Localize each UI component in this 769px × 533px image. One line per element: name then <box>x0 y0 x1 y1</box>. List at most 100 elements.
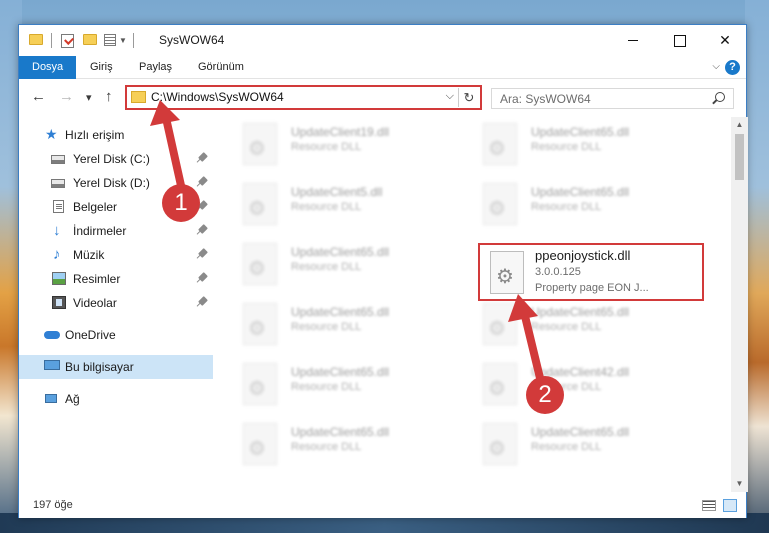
pin-icon[interactable] <box>198 152 208 162</box>
pin-icon[interactable] <box>198 224 208 234</box>
large-icons-view-icon[interactable] <box>723 499 737 512</box>
maximize-button[interactable] <box>656 25 702 56</box>
file-name: UpdateClient65.dll <box>291 425 390 439</box>
status-bar: 197 öğe <box>19 492 746 518</box>
tab-file[interactable]: Dosya <box>19 56 77 79</box>
pin-icon[interactable] <box>198 176 208 186</box>
chevron-down-icon[interactable]: ▼ <box>119 36 127 50</box>
sidebar-item-videos[interactable]: Videolar <box>19 291 213 315</box>
dll-file-icon <box>483 303 517 345</box>
file-explorer-window: ▼ SysWOW64 ✕ Dosya Giriş Paylaş Görünüm … <box>18 24 748 518</box>
dll-file-icon <box>490 251 524 294</box>
new-folder-icon[interactable] <box>83 34 97 45</box>
file-name: UpdateClient65.dll <box>531 125 630 139</box>
sidebar-item-network[interactable]: Ağ <box>19 387 213 411</box>
minimize-button[interactable] <box>610 25 656 56</box>
dll-file-icon <box>483 423 517 465</box>
file-item[interactable]: UpdateClient65.dll Resource DLL <box>233 239 459 291</box>
tab-share[interactable]: Paylaş <box>126 56 185 79</box>
file-item[interactable]: UpdateClient65.dll Resource DLL <box>473 299 699 351</box>
window-title: SysWOW64 <box>159 33 225 47</box>
sidebar-item-pictures[interactable]: Resimler <box>19 267 213 291</box>
videos-icon <box>52 296 66 309</box>
file-item[interactable]: UpdateClient65.dll Resource DLL <box>233 419 459 471</box>
file-name: UpdateClient65.dll <box>291 305 390 319</box>
sidebar-item-onedrive[interactable]: OneDrive <box>19 323 213 347</box>
annotation-marker-1: 1 <box>162 184 200 222</box>
music-icon: ♪ <box>53 246 61 263</box>
file-list: UpdateClient19.dll Resource DLL UpdateCl… <box>229 117 731 492</box>
tab-view[interactable]: Görünüm <box>185 56 257 79</box>
file-type: Resource DLL <box>291 261 362 273</box>
sidebar-item-downloads[interactable]: ↓ İndirmeler <box>19 219 213 243</box>
sidebar-item-label: OneDrive <box>65 328 116 342</box>
file-item[interactable]: UpdateClient65.dll Resource DLL <box>233 299 459 351</box>
help-icon[interactable]: ? <box>725 60 740 75</box>
file-item[interactable]: UpdateClient65.dll Resource DLL <box>233 359 459 411</box>
highlighted-file-item[interactable]: ppeonjoystick.dll 3.0.0.125 Property pag… <box>478 243 704 301</box>
address-highlight-box <box>125 85 482 110</box>
dll-file-icon <box>243 243 277 285</box>
file-name: UpdateClient65.dll <box>531 425 630 439</box>
up-arrow-icon[interactable]: ↑ <box>105 88 113 105</box>
search-placeholder: Ara: SysWOW64 <box>500 92 591 106</box>
sidebar-item-label: Bu bilgisayar <box>65 360 134 374</box>
dll-file-icon <box>483 183 517 225</box>
sidebar-item-label: Videolar <box>73 296 117 310</box>
navigation-bar: ← → ▾ ↑ C:\Windows\SysWOW64 ⌵ ↻ Ara: Sys… <box>19 80 746 114</box>
quick-access-customize-icon[interactable] <box>104 34 116 46</box>
back-arrow-icon[interactable]: ← <box>31 88 46 105</box>
onedrive-cloud-icon <box>44 331 60 339</box>
file-name: UpdateClient65.dll <box>531 185 630 199</box>
search-icon[interactable] <box>715 92 725 102</box>
file-item[interactable]: UpdateClient19.dll Resource DLL <box>233 119 459 171</box>
downloads-icon: ↓ <box>53 222 61 239</box>
sidebar-item-this-pc[interactable]: Bu bilgisayar <box>19 355 213 379</box>
file-item[interactable]: UpdateClient65.dll Resource DLL <box>473 419 699 471</box>
pin-icon[interactable] <box>198 272 208 282</box>
pin-icon[interactable] <box>198 248 208 258</box>
close-button[interactable]: ✕ <box>702 25 748 56</box>
dll-file-icon <box>243 423 277 465</box>
file-name: UpdateClient19.dll <box>291 125 390 139</box>
sidebar-item-label: Ağ <box>65 392 80 406</box>
forward-arrow-icon[interactable]: → <box>59 88 74 105</box>
file-type: Resource DLL <box>291 201 362 213</box>
pin-icon[interactable] <box>198 296 208 306</box>
scrollbar-thumb[interactable] <box>735 134 744 180</box>
scroll-down-icon[interactable]: ▼ <box>731 476 748 492</box>
sidebar-item-label: Belgeler <box>73 200 118 214</box>
expand-ribbon-chevron-icon[interactable]: ⌵ <box>712 61 720 72</box>
sidebar-item-music[interactable]: ♪ Müzik <box>19 243 213 267</box>
properties-check-icon[interactable] <box>61 34 74 48</box>
file-type: Resource DLL <box>531 441 602 453</box>
details-view-icon[interactable] <box>702 500 716 511</box>
pictures-icon <box>52 272 66 285</box>
file-item[interactable]: UpdateClient65.dll Resource DLL <box>473 179 699 231</box>
dll-file-icon <box>243 363 277 405</box>
recent-locations-chevron-icon[interactable]: ▾ <box>86 91 92 104</box>
file-item[interactable]: UpdateClient5.dll Resource DLL <box>233 179 459 231</box>
search-input[interactable]: Ara: SysWOW64 <box>491 88 734 109</box>
network-icon <box>45 394 57 403</box>
drive-icon <box>51 155 65 164</box>
navigation-pane: ★ Hızlı erişim Yerel Disk (C:) Yerel Dis… <box>19 117 213 492</box>
dll-file-icon <box>243 183 277 225</box>
sidebar-item-local-disk-c[interactable]: Yerel Disk (C:) <box>19 147 213 171</box>
title-bar: ▼ SysWOW64 ✕ <box>19 25 746 56</box>
file-item[interactable]: UpdateClient42.dll Resource DLL <box>473 359 699 411</box>
vertical-scrollbar[interactable]: ▲ ▼ <box>731 117 748 492</box>
file-description: Property page EON J... <box>535 282 649 294</box>
sidebar-item-label: Resimler <box>73 272 121 286</box>
sidebar-item-label: Müzik <box>73 248 105 262</box>
file-item[interactable]: UpdateClient65.dll Resource DLL <box>473 119 699 171</box>
dll-file-icon <box>243 123 277 165</box>
folder-icon <box>29 34 43 45</box>
dll-file-icon <box>483 363 517 405</box>
file-type: Resource DLL <box>291 381 362 393</box>
sidebar-item-quick-access[interactable]: ★ Hızlı erişim <box>19 123 213 147</box>
scroll-up-icon[interactable]: ▲ <box>731 117 748 133</box>
tab-home[interactable]: Giriş <box>77 56 126 79</box>
item-count: 197 öğe <box>33 499 73 511</box>
sidebar-item-label: Hızlı erişim <box>65 128 125 142</box>
